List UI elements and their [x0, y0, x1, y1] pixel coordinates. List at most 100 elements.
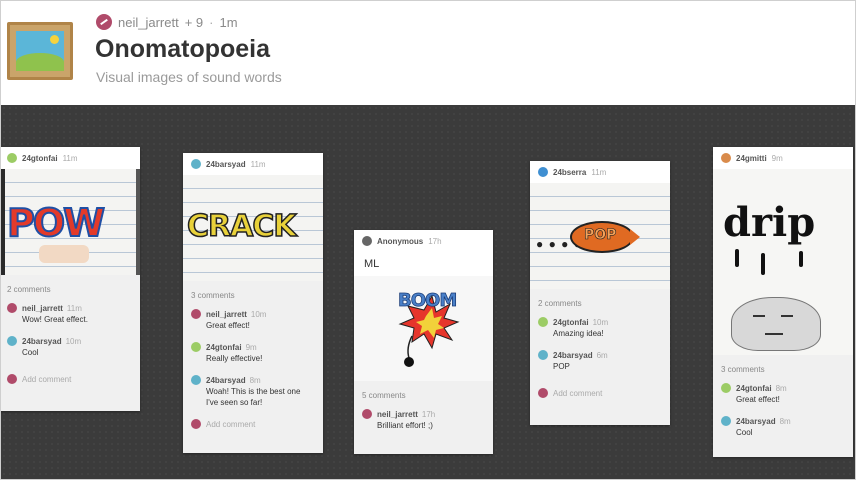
post-author[interactable]: 24barsyad: [206, 160, 246, 169]
user-avatar: [7, 374, 17, 384]
page-subtitle: Visual images of sound words: [96, 69, 282, 85]
post-card[interactable]: 24gmitti 9m drip 3 comments 24gtonfai 8m G…: [713, 147, 853, 457]
user-avatar: [191, 342, 201, 352]
comments-count[interactable]: 3 comments: [721, 365, 845, 374]
user-avatar: [191, 159, 201, 169]
comment-author[interactable]: neil_jarrett: [206, 310, 247, 319]
comment: 24barsyad 8m Cool: [721, 416, 845, 438]
comment-time: 17h: [421, 410, 436, 419]
user-avatar: [7, 153, 17, 163]
comment-time: 10m: [250, 310, 267, 319]
comment-time: 6m: [596, 351, 608, 360]
post-card[interactable]: 24bserra 11m ● ● ● ● POP 2 comments 24gt…: [530, 161, 670, 425]
comment-author[interactable]: 24barsyad: [736, 417, 776, 426]
comment-author[interactable]: 24gtonfai: [206, 343, 242, 352]
anonymous-user-icon: [362, 236, 372, 246]
comments-count[interactable]: 2 comments: [538, 299, 662, 308]
comment-author[interactable]: 24barsyad: [553, 351, 593, 360]
post-text: ML: [364, 258, 380, 270]
comment-text: Great effect!: [206, 321, 250, 330]
comments-count[interactable]: 5 comments: [362, 391, 485, 400]
comment: neil_jarrett 11m Wow! Great effect.: [7, 303, 132, 325]
add-comment-button[interactable]: Add comment: [191, 419, 315, 429]
comment-time: 9m: [245, 343, 257, 352]
comment-time: 8m: [249, 376, 261, 385]
post-author[interactable]: Anonymous: [377, 237, 423, 246]
comments-section: 5 comments neil_jarrett 17h Brilliant effo…: [354, 381, 493, 454]
user-avatar: [538, 388, 548, 398]
comment-time: 8m: [775, 384, 787, 393]
comment-text: Amazing idea!: [553, 329, 604, 338]
post-art-text: POP: [584, 227, 617, 244]
comment-author[interactable]: neil_jarrett: [377, 410, 418, 419]
comment-text: POP: [553, 362, 570, 371]
comments-count[interactable]: 3 comments: [191, 291, 315, 300]
page-title: Onomatopoeia: [95, 35, 271, 63]
user-avatar: [538, 350, 548, 360]
post-image[interactable]: POW: [1, 169, 140, 275]
comment: 24barsyad 10m Cool: [7, 336, 132, 358]
user-avatar: [191, 309, 201, 319]
comment-author[interactable]: neil_jarrett: [22, 304, 63, 313]
board-author-extra[interactable]: + 9: [185, 15, 203, 30]
post-time: 17h: [428, 236, 442, 246]
comment: 24gtonfai 9m Really effective!: [191, 342, 315, 364]
post-art-text: drip: [723, 199, 816, 246]
comment: 24gtonfai 10m Amazing idea!: [538, 317, 662, 339]
add-comment-label: Add comment: [206, 419, 256, 429]
post-time: 11m: [62, 153, 78, 163]
comment-text: Brilliant effort! ;): [377, 421, 433, 430]
post-image[interactable]: drip: [713, 169, 853, 355]
user-avatar: [721, 383, 731, 393]
comment-time: 8m: [779, 417, 791, 426]
comment-author[interactable]: 24gtonfai: [553, 318, 589, 327]
post-card[interactable]: Anonymous 17h ML BOOM 5 comments neil_ja…: [354, 230, 493, 454]
post-header: 24gmitti 9m: [713, 147, 853, 169]
comment-author[interactable]: 24barsyad: [22, 337, 62, 346]
comment-author[interactable]: 24gtonfai: [736, 384, 772, 393]
user-avatar: [7, 336, 17, 346]
post-art-text: POW: [6, 200, 106, 246]
post-time: 11m: [591, 167, 607, 177]
post-time: 11m: [250, 159, 266, 169]
user-avatar: [538, 317, 548, 327]
post-image[interactable]: BOOM: [354, 276, 493, 381]
post-header: Anonymous 17h: [354, 230, 493, 252]
comment-text: Cool: [22, 348, 39, 357]
comment-time: 10m: [65, 337, 82, 346]
comment: 24barsyad 6m POP: [538, 350, 662, 372]
comment-text: Really effective!: [206, 354, 263, 363]
author-avatar[interactable]: [96, 14, 112, 30]
comment: neil_jarrett 10m Great effect!: [191, 309, 315, 331]
post-header: 24bserra 11m: [530, 161, 670, 183]
add-comment-button[interactable]: Add comment: [7, 374, 132, 384]
user-avatar: [191, 419, 201, 429]
comment: neil_jarrett 17h Brilliant effort! ;): [362, 409, 485, 431]
board-author-line: neil_jarrett + 9 · 1m: [96, 14, 238, 30]
user-avatar: [721, 416, 731, 426]
user-avatar: [721, 153, 731, 163]
comments-section: 2 comments neil_jarrett 11m Wow! Great eff…: [1, 275, 140, 411]
comments-section: 2 comments 24gtonfai 10m Amazing idea! 24b…: [530, 289, 670, 425]
comments-count[interactable]: 2 comments: [7, 285, 132, 294]
post-image[interactable]: ● ● ● ● POP: [530, 183, 670, 289]
post-art-text: BOOM: [398, 290, 458, 312]
user-avatar: [7, 303, 17, 313]
comment-text: Cool: [736, 428, 753, 437]
post-card[interactable]: 24barsyad 11m CRACK 3 comments neil_jarr…: [183, 153, 323, 453]
post-image[interactable]: CRACK: [183, 175, 323, 281]
board-time: 1m: [219, 14, 238, 30]
post-card[interactable]: 24gtonfai 11m POW 2 comments neil_jarret…: [1, 147, 140, 411]
comment-text: Woah! This is the best one I've seen so …: [206, 387, 301, 407]
add-comment-button[interactable]: Add comment: [538, 388, 662, 398]
post-time: 9m: [771, 153, 783, 163]
post-author[interactable]: 24gmitti: [736, 154, 767, 163]
comment-author[interactable]: 24barsyad: [206, 376, 246, 385]
add-comment-label: Add comment: [22, 374, 72, 384]
board-header: neil_jarrett + 9 · 1m Onomatopoeia Visua…: [1, 1, 855, 105]
landscape-image-icon: [7, 22, 73, 80]
comments-section: 3 comments neil_jarrett 10m Great effect! …: [183, 281, 323, 453]
post-author[interactable]: 24gtonfai: [22, 154, 58, 163]
post-author[interactable]: 24bserra: [553, 168, 586, 177]
board-author[interactable]: neil_jarrett: [118, 15, 179, 30]
